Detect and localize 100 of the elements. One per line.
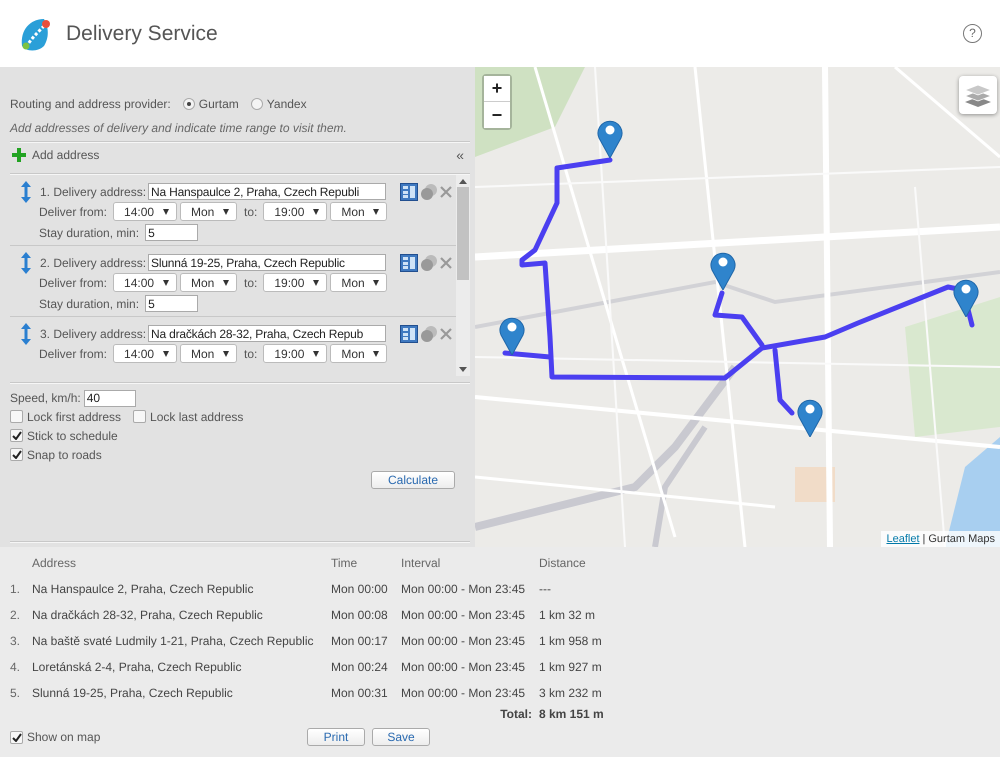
instruction-text: Add addresses of delivery and indicate time range to visit them. xyxy=(10,121,348,135)
dropdown[interactable]: 14:00 xyxy=(113,344,178,363)
table-cell-text: 1 km 958 m xyxy=(539,634,603,648)
dropdown[interactable]: Mon xyxy=(180,273,238,292)
table-cell-text: Mon 00:24 xyxy=(331,660,389,674)
dropdown[interactable]: 14:00 xyxy=(113,273,178,292)
table-cell-text: Na Hanspaulce 2, Praha, Czech Republic xyxy=(32,582,254,596)
collapse-button[interactable]: « xyxy=(456,147,464,163)
address-label: 1. Delivery address: xyxy=(40,184,146,198)
dropdown[interactable]: Mon xyxy=(180,344,238,363)
map-pin-icon xyxy=(797,397,823,437)
grid-icon xyxy=(400,254,418,272)
dropdown[interactable]: 19:00 xyxy=(263,273,328,292)
table-cell-text: Mon 00:00 - Mon 23:45 xyxy=(401,660,526,674)
address-field[interactable]: Slunná 19-25, Praha, Czech Republic xyxy=(148,254,386,271)
circles-icon xyxy=(420,182,438,200)
radio-button[interactable] xyxy=(250,98,263,110)
circles-icon xyxy=(420,254,438,272)
action-button[interactable]: Save xyxy=(372,728,430,746)
checkbox[interactable] xyxy=(10,448,23,461)
caret-icon xyxy=(163,208,170,214)
up-down-arrow-icon xyxy=(21,322,31,344)
scrollbar[interactable] xyxy=(456,175,470,376)
close-icon xyxy=(440,186,452,198)
caret-icon xyxy=(163,280,170,286)
scrollbar-thumb[interactable] xyxy=(457,187,469,280)
table-cell-text: Loretánská 2-4, Praha, Czech Republic xyxy=(32,660,242,674)
table-cell-text: Mon 00:00 - Mon 23:45 xyxy=(401,608,526,622)
up-down-arrow-icon xyxy=(21,180,31,202)
stay-duration-label: Stay duration, min: xyxy=(39,296,140,310)
zoom-out-button[interactable]: − xyxy=(484,102,510,128)
calculate-button[interactable]: Calculate xyxy=(371,471,455,489)
provider-label: Routing and address provider: xyxy=(10,97,171,111)
table-cell-text: Mon 00:00 - Mon 23:45 xyxy=(401,634,526,648)
zoom-in-button[interactable]: + xyxy=(484,76,510,102)
total-value: 8 km 151 m xyxy=(539,707,605,721)
caret-icon xyxy=(223,350,230,356)
table-cell-text: Mon 00:08 xyxy=(331,608,389,622)
table-cell-text: --- xyxy=(539,582,552,596)
to-label: to: xyxy=(244,276,258,290)
attribution-separator: | xyxy=(922,533,926,545)
scroll-down-icon xyxy=(459,367,467,372)
dropdown[interactable]: Mon xyxy=(330,202,388,221)
caret-icon xyxy=(313,280,320,286)
row-number: 5. xyxy=(10,686,22,700)
table-cell-text: 1 km 927 m xyxy=(539,660,603,674)
dropdown[interactable]: Mon xyxy=(180,202,238,221)
action-button[interactable]: Print xyxy=(307,728,365,746)
dropdown[interactable]: Mon xyxy=(330,273,388,292)
table-cell-text: Mon 00:00 - Mon 23:45 xyxy=(401,686,526,700)
table-cell-text: Na dračkách 28-32, Praha, Czech Republic xyxy=(32,608,264,622)
checkbox-option[interactable]: Snap to roads xyxy=(10,448,102,462)
dropdown[interactable]: 14:00 xyxy=(113,202,178,221)
caret-icon xyxy=(313,350,320,356)
layers-button[interactable] xyxy=(959,76,997,114)
caret-icon xyxy=(223,280,230,286)
radio-option[interactable]: Gurtam xyxy=(182,97,239,111)
grid-icon xyxy=(400,182,418,200)
map-pin-icon xyxy=(953,277,979,317)
layers-icon xyxy=(965,83,991,107)
checkbox[interactable] xyxy=(10,730,23,744)
checkbox-option[interactable]: Lock last address xyxy=(133,410,244,424)
speed-field[interactable]: 40 xyxy=(84,390,136,406)
leaflet-link[interactable]: Leaflet xyxy=(886,533,920,545)
deliver-from-label: Deliver from: xyxy=(39,204,108,218)
checkbox-option[interactable]: Stick to schedule xyxy=(10,428,118,442)
table-cell-text: Na baště svaté Ludmily 1-21, Praha, Czech Republic xyxy=(32,634,314,648)
dropdown[interactable]: 19:00 xyxy=(263,344,328,363)
table-cell-text: Mon 00:31 xyxy=(331,686,389,700)
table-cell-text: Mon 00:00 - Mon 23:45 xyxy=(401,582,526,596)
dropdown[interactable]: 19:00 xyxy=(263,202,328,221)
checkbox-option[interactable]: Show on map xyxy=(10,730,307,744)
circles-icon xyxy=(420,324,438,342)
close-icon xyxy=(440,256,452,268)
stay-duration-field[interactable]: 5 xyxy=(145,295,198,312)
radio-option[interactable]: Yandex xyxy=(250,97,307,111)
deliver-from-label: Deliver from: xyxy=(39,346,108,360)
deliver-from-label: Deliver from: xyxy=(39,276,108,290)
table-cell-text: 3 km 232 m xyxy=(539,686,603,700)
check-icon xyxy=(12,732,22,742)
row-number: 1. xyxy=(10,582,22,596)
radio-button[interactable] xyxy=(182,98,195,110)
help-button[interactable]: ? xyxy=(963,24,982,43)
checkbox-option[interactable]: Lock first address xyxy=(10,410,122,424)
table-cell-text: 1 km 32 m xyxy=(539,608,596,622)
address-label: 2. Delivery address: xyxy=(40,256,146,270)
checkbox[interactable] xyxy=(10,410,23,423)
stay-duration-label: Stay duration, min: xyxy=(39,226,140,240)
column-header: Interval xyxy=(401,556,442,570)
checkbox[interactable] xyxy=(10,429,23,442)
stay-duration-field[interactable]: 5 xyxy=(145,224,198,241)
speed-label: Speed, km/h: xyxy=(10,391,81,405)
caret-icon xyxy=(373,280,380,286)
map-pin-icon xyxy=(597,118,623,158)
add-address-button[interactable]: Add address xyxy=(12,148,100,162)
address-field[interactable]: Na dračkách 28-32, Praha, Czech Repub xyxy=(148,325,386,342)
checkbox[interactable] xyxy=(133,410,146,423)
dropdown[interactable]: Mon xyxy=(330,344,388,363)
address-field[interactable]: Na Hanspaulce 2, Praha, Czech Republi xyxy=(148,183,386,200)
row-number: 2. xyxy=(10,608,22,622)
